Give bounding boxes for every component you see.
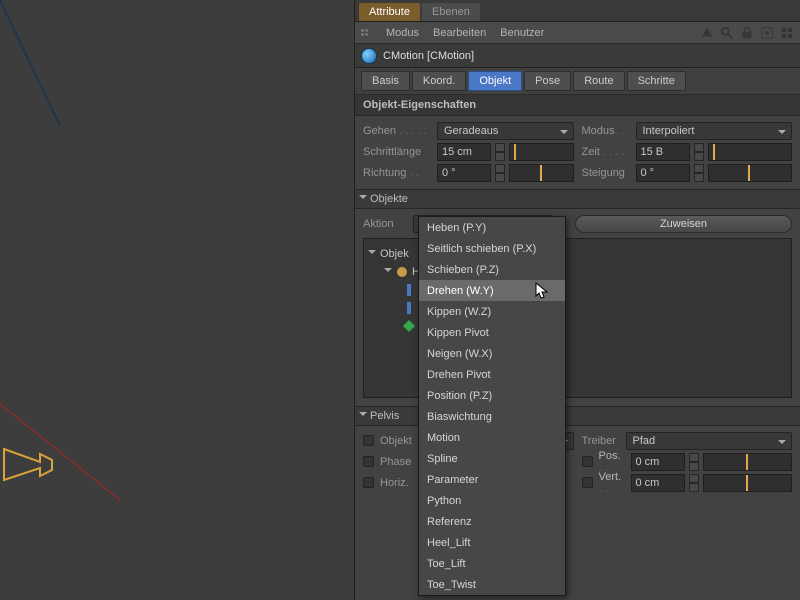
tab-attribute[interactable]: Attribute [359,3,420,21]
tree-expand-icon [384,268,392,276]
richtung-spinner[interactable] [495,164,505,182]
grid-icon[interactable] [780,26,794,40]
disclosure-icon [359,412,367,420]
aktion-dropdown[interactable]: Heben (P.Y)Seitlich schieben (P.X)Schieb… [418,216,566,596]
pos-checkbox[interactable] [582,456,593,467]
panel-tabs: Attribute Ebenen [355,0,800,22]
new-window-icon[interactable] [760,26,774,40]
steigung-spinner[interactable] [694,164,704,182]
steigung-slider[interactable] [708,164,793,182]
dropdown-item[interactable]: Heben (P.Y) [419,217,565,238]
pos-slider[interactable] [703,453,793,471]
menu-edit[interactable]: Bearbeiten [433,27,486,39]
section-objekteig: Objekt-Eigenschaften [355,95,800,116]
treiber-label: Treiber [582,435,622,447]
dropdown-item[interactable]: Parameter [419,469,565,490]
modus-label: Modus. . [582,125,632,137]
dropdown-item[interactable]: Schieben (P.Z) [419,259,565,280]
dropdown-item[interactable]: Kippen Pivot [419,322,565,343]
subtab-objekt[interactable]: Objekt [468,71,522,91]
gehen-combo[interactable]: Geradeaus [437,122,574,140]
treiber-combo[interactable]: Pfad [626,432,793,450]
panel-menubar: Modus Bearbeiten Benutzer [355,22,800,44]
dropdown-item[interactable]: Neigen (W.X) [419,343,565,364]
pelvis-objekt-label: Objekt [380,435,420,447]
zeit-input[interactable]: 15 B [636,143,690,161]
vert-slider[interactable] [703,474,793,492]
menubar-icons [700,26,794,40]
dropdown-item[interactable]: Kippen (W.Z) [419,301,565,322]
vert-checkbox[interactable] [582,477,593,488]
schrittlaenge-input[interactable]: 15 cm [437,143,491,161]
bone-icon [402,301,416,315]
dropdown-item[interactable]: Python [419,490,565,511]
dropdown-item[interactable]: Biaswichtung [419,406,565,427]
group-objekte[interactable]: Objekte [355,189,800,209]
richtung-label: Richtung . . [363,167,433,179]
dropdown-item[interactable]: Seitlich schieben (P.X) [419,238,565,259]
phase-label: Phase [380,456,420,468]
dropdown-item[interactable]: Referenz [419,511,565,532]
modus-combo[interactable]: Interpoliert [636,122,793,140]
tree-expand-icon [368,250,376,258]
object-title-bar: CMotion [CMotion] [355,44,800,68]
object-title: CMotion [CMotion] [383,50,474,62]
schrittlaenge-spinner[interactable] [495,143,505,161]
mouse-cursor-icon [535,282,549,303]
pos-spinner[interactable] [689,453,699,471]
steigung-input[interactable]: 0 ° [636,164,690,182]
menu-user[interactable]: Benutzer [500,27,544,39]
subtab-pose[interactable]: Pose [524,71,571,91]
vert-input[interactable]: 0 cm [631,474,685,492]
zeit-label: Zeit . . . . [582,146,632,158]
subtab-route[interactable]: Route [573,71,624,91]
dropdown-item[interactable]: Position (P.Z) [419,385,565,406]
tab-layers[interactable]: Ebenen [422,3,480,21]
cmotion-icon [361,48,377,64]
vert-spinner[interactable] [689,474,699,492]
subtab-row: Basis Koord. Objekt Pose Route Schritte [355,68,800,95]
grip-icon [361,29,368,36]
bone-icon [402,283,416,297]
gehen-label: Gehen . . . . . [363,125,433,137]
nav-up-icon[interactable] [700,26,714,40]
disclosure-icon [359,195,367,203]
viewport-3d[interactable] [0,0,354,600]
dropdown-item[interactable]: Drehen Pivot [419,364,565,385]
assign-button[interactable]: Zuweisen [575,215,792,233]
phase-checkbox[interactable] [363,456,374,467]
subtab-koord[interactable]: Koord. [412,71,466,91]
effector-icon [402,319,416,333]
menu-modus[interactable]: Modus [386,27,419,39]
horiz-checkbox[interactable] [363,477,374,488]
zeit-spinner[interactable] [694,143,704,161]
dropdown-item[interactable]: Motion [419,427,565,448]
richtung-slider[interactable] [509,164,574,182]
zeit-slider[interactable] [708,143,793,161]
steigung-label: Steigung [582,167,632,179]
dropdown-item[interactable]: Toe_Twist [419,574,565,595]
schrittlaenge-slider[interactable] [509,143,574,161]
dropdown-item[interactable]: Spline [419,448,565,469]
pos-input[interactable]: 0 cm [631,453,685,471]
lock-icon[interactable] [740,26,754,40]
objekt-checkbox[interactable] [363,435,374,446]
subtab-basis[interactable]: Basis [361,71,410,91]
dropdown-item[interactable]: Toe_Lift [419,553,565,574]
aktion-label: Aktion [363,218,409,230]
horiz-label: Horiz. [380,477,420,489]
subtab-schritte[interactable]: Schritte [627,71,686,91]
search-icon[interactable] [720,26,734,40]
richtung-input[interactable]: 0 ° [437,164,491,182]
dropdown-item[interactable]: Heel_Lift [419,532,565,553]
joint-icon [396,266,408,278]
schrittlaenge-label: Schrittlänge [363,146,433,158]
vert-label: Vert. . . [599,471,627,495]
